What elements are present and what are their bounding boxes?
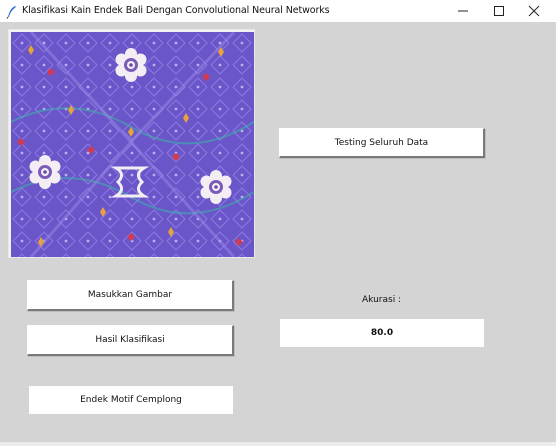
image-canvas bbox=[8, 29, 255, 258]
window-title: Klasifikasi Kain Endek Bali Dengan Convo… bbox=[22, 5, 330, 16]
close-button[interactable] bbox=[511, 0, 556, 22]
accuracy-value: 80.0 bbox=[280, 319, 484, 347]
endek-fabric-image bbox=[11, 32, 254, 257]
minimize-icon bbox=[458, 10, 468, 12]
testing-all-data-button[interactable]: Testing Seluruh Data bbox=[279, 128, 485, 158]
classification-result-button[interactable]: Hasil Klasifikasi bbox=[27, 325, 234, 356]
feather-icon bbox=[6, 4, 18, 19]
title-bar: Klasifikasi Kain Endek Bali Dengan Convo… bbox=[0, 0, 556, 22]
classification-result-label: Endek Motif Cemplong bbox=[29, 386, 233, 414]
bottom-edge bbox=[0, 442, 556, 446]
close-icon bbox=[528, 5, 540, 17]
load-image-button[interactable]: Masukkan Gambar bbox=[27, 280, 234, 311]
maximize-icon bbox=[494, 6, 504, 16]
accuracy-label: Akurasi : bbox=[362, 295, 402, 305]
